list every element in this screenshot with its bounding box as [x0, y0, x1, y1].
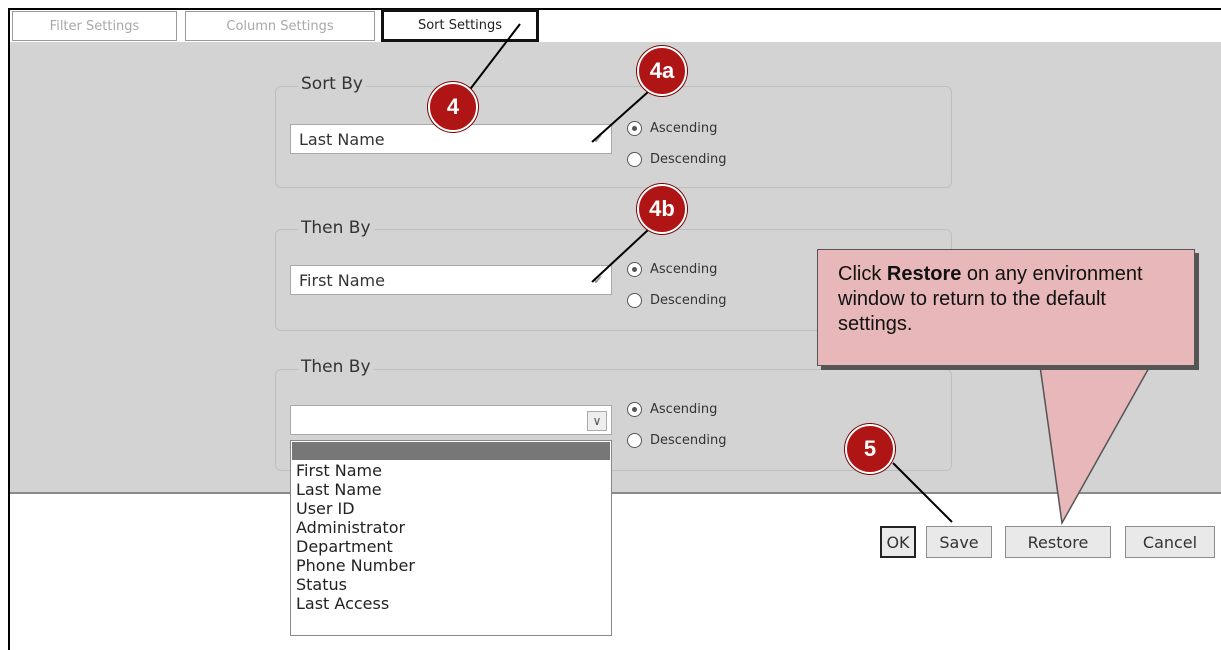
step-badge-4: 4	[428, 82, 478, 132]
leader-line-4a	[591, 91, 649, 143]
step-badge-4a: 4a	[637, 46, 687, 96]
step-badge-5: 5	[845, 424, 895, 474]
step-badge-4b: 4b	[637, 184, 687, 234]
leader-line-5	[892, 462, 953, 523]
callout-text-bold: Restore	[886, 263, 962, 285]
leader-line-4	[467, 23, 521, 93]
restore-callout: Click Restore on any environment window …	[817, 249, 1195, 366]
callout-pointer	[1039, 365, 1152, 526]
callout-text-pre: Click	[838, 263, 887, 285]
leader-line-4b	[591, 229, 649, 283]
